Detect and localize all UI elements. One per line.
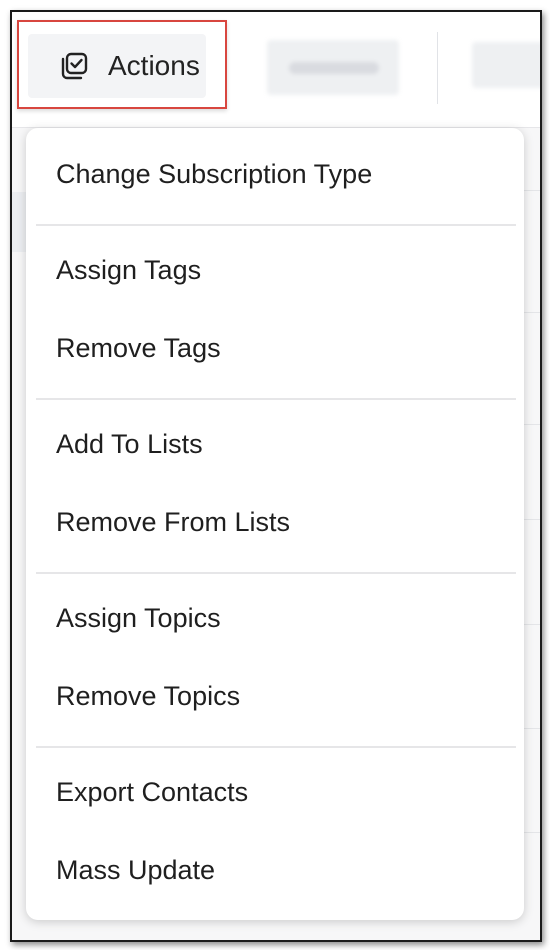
toolbar-separator [437, 32, 438, 104]
menu-item-remove-from-lists[interactable]: Remove From Lists [56, 497, 514, 547]
toolbar: Actions [12, 12, 540, 128]
menu-item-assign-topics[interactable]: Assign Topics [56, 593, 514, 643]
menu-item-remove-tags[interactable]: Remove Tags [56, 323, 514, 373]
blurred-toolbar-button[interactable] [267, 40, 399, 95]
menu-item-assign-tags[interactable]: Assign Tags [56, 245, 514, 295]
checkbox-stack-icon [58, 50, 90, 82]
menu-divider [36, 224, 516, 226]
background-content [12, 192, 26, 252]
actions-button[interactable]: Actions [28, 34, 206, 98]
screenshot-frame: Actions Change Subscription Type Assign … [10, 10, 542, 942]
menu-item-export-contacts[interactable]: Export Contacts [56, 767, 514, 817]
menu-divider [36, 398, 516, 400]
menu-divider [36, 746, 516, 748]
actions-label: Actions [108, 50, 200, 81]
menu-divider [36, 572, 516, 574]
menu-item-add-to-lists[interactable]: Add To Lists [56, 419, 514, 469]
actions-dropdown-menu: Change Subscription Type Assign Tags Rem… [26, 128, 524, 920]
menu-item-change-subscription-type[interactable]: Change Subscription Type [56, 149, 514, 199]
menu-item-remove-topics[interactable]: Remove Topics [56, 671, 514, 721]
menu-item-mass-update[interactable]: Mass Update [56, 845, 514, 895]
blurred-toolbar-button-2[interactable] [472, 42, 540, 88]
